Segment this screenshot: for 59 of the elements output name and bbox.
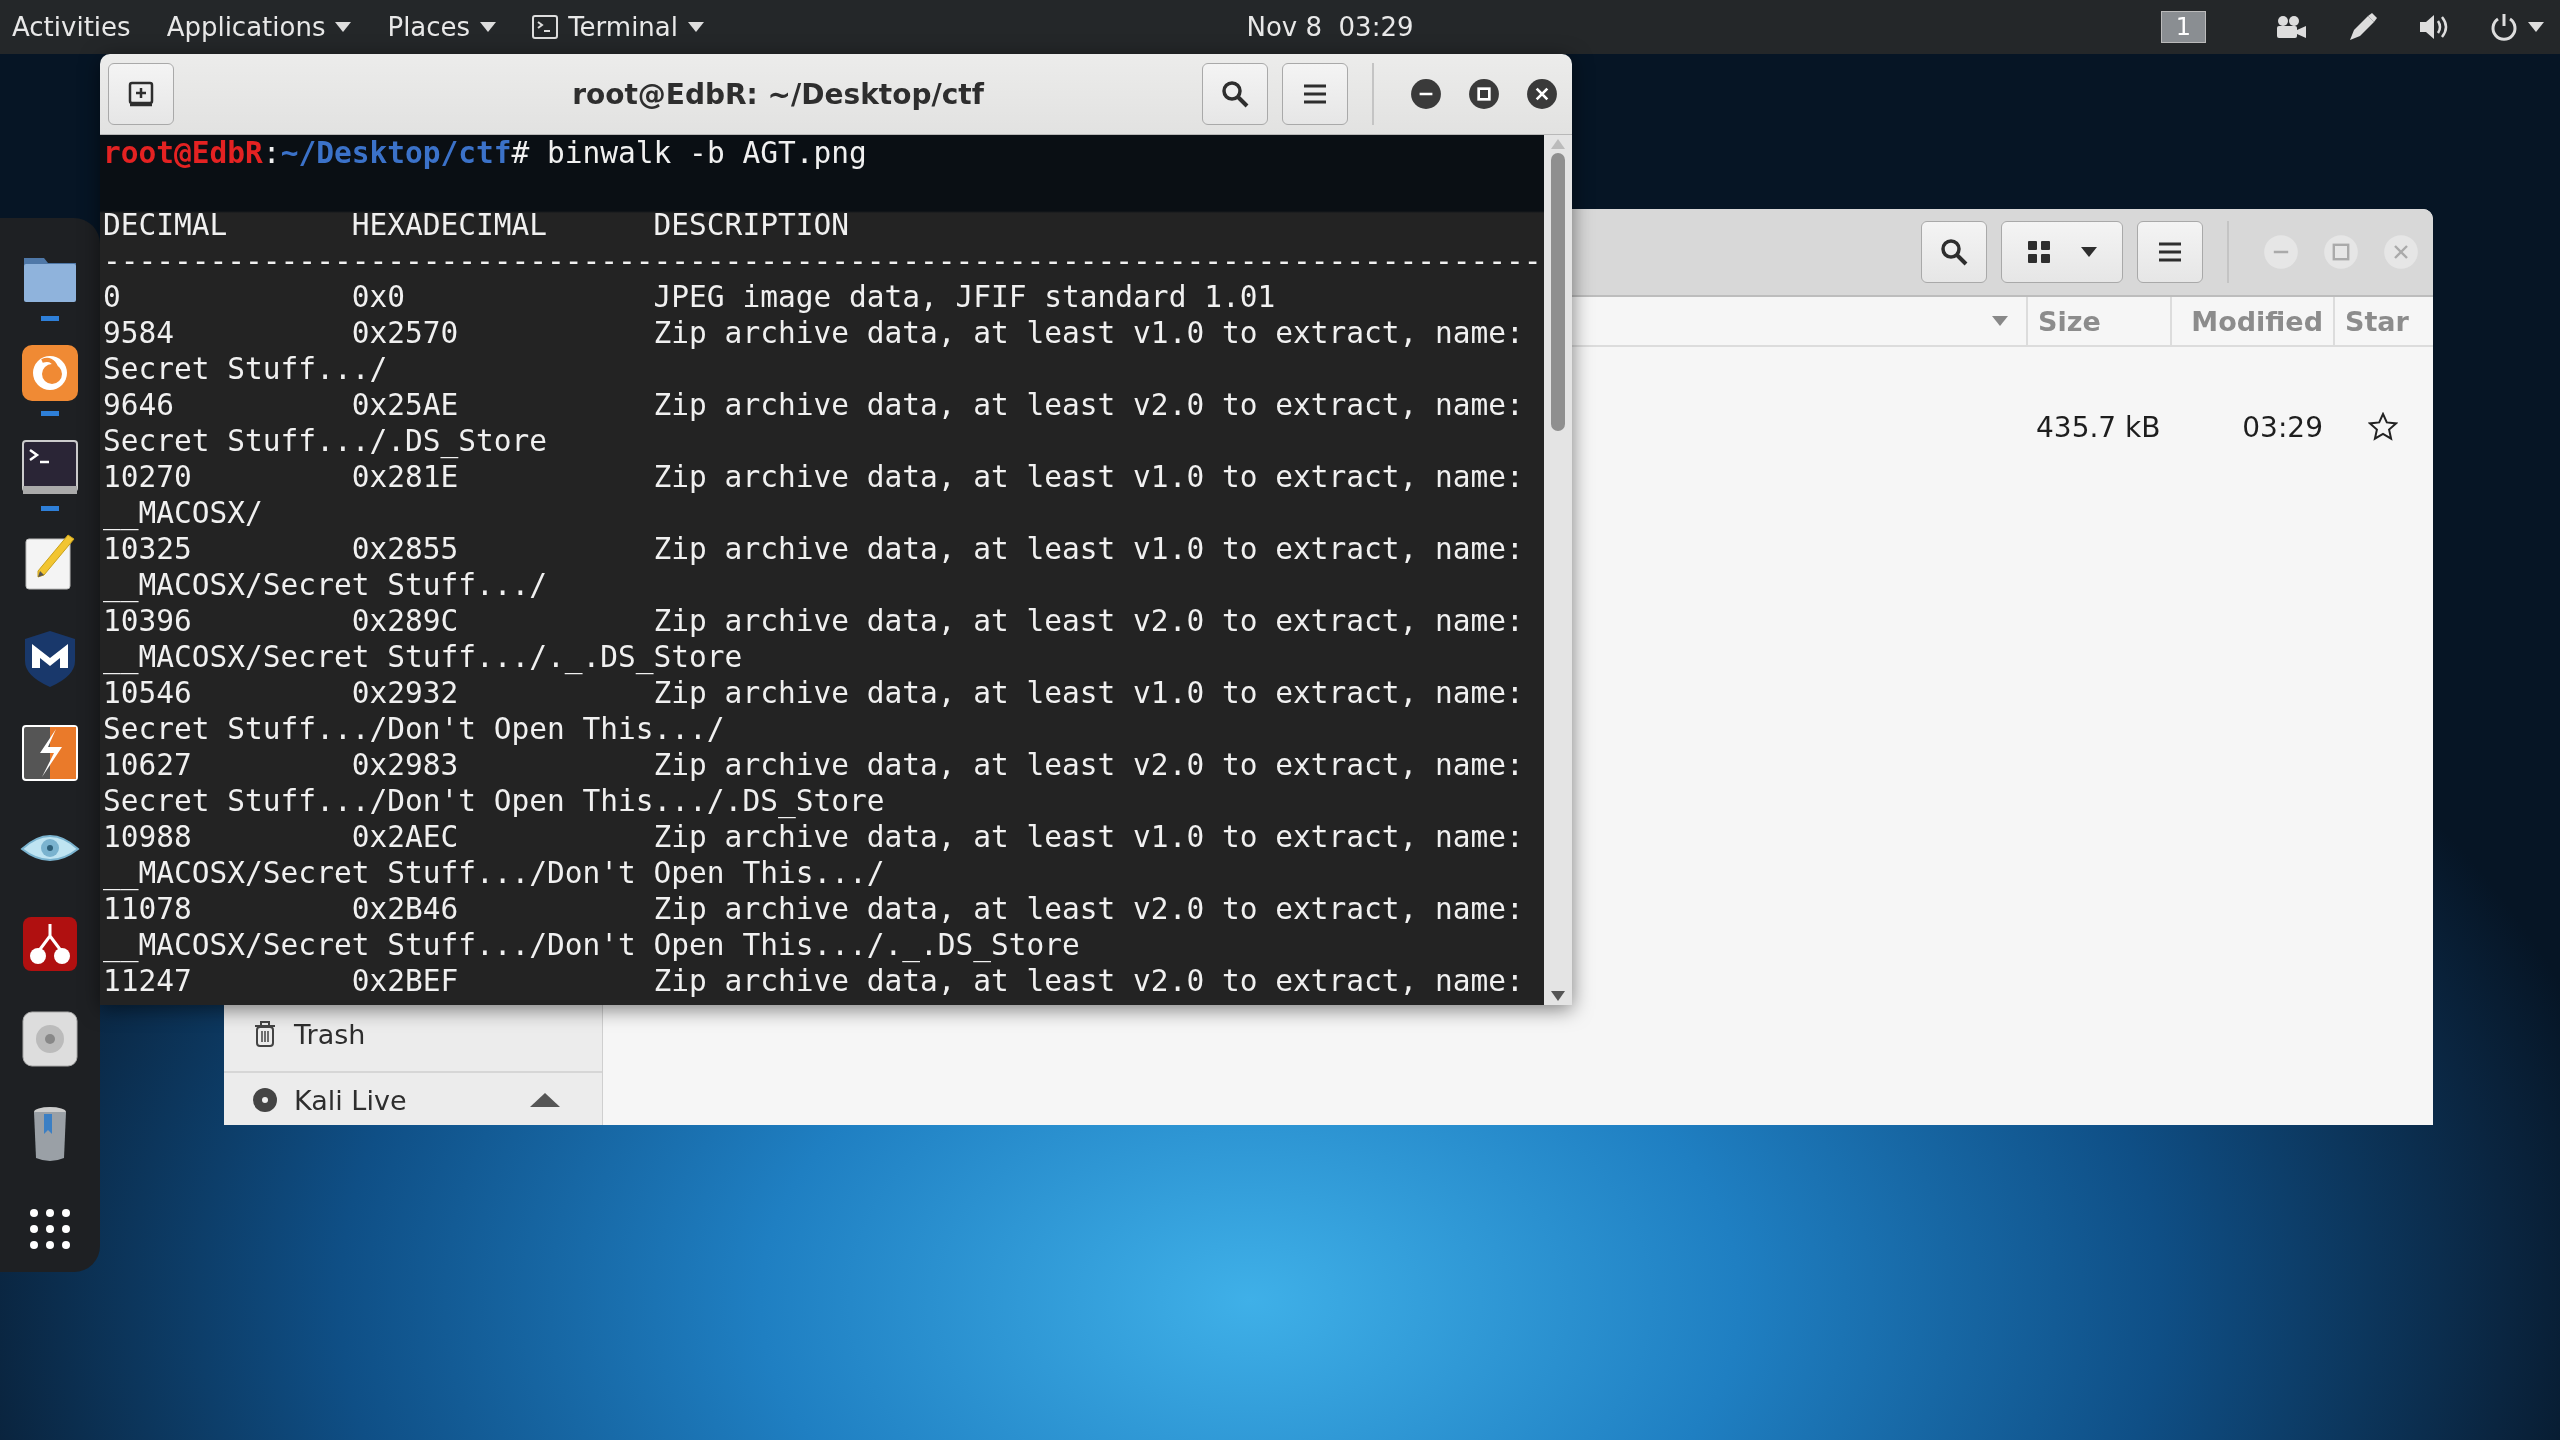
browser-icon[interactable]	[20, 343, 80, 404]
output-line: 10627 0x2983 Zip archive data, at least v2.0 to extract, name: Secret Stuff.../Don't Open This.../.DS_Store	[103, 747, 1525, 819]
activities-button[interactable]: Activities	[12, 12, 131, 42]
search-icon	[1939, 237, 1969, 267]
clock[interactable]: Nov 8 03:29	[1146, 12, 1414, 42]
close-button[interactable]	[1526, 78, 1558, 110]
lightning-icon[interactable]	[20, 723, 80, 784]
sidebar-item[interactable]: Kali Live	[224, 1075, 602, 1125]
menu-button[interactable]: Applications	[166, 12, 352, 42]
grid-icon	[2027, 240, 2051, 264]
output-line: 10988 0x2AEC Zip archive data, at least v1.0 to extract, name: __MACOSX/Secret Stuff.../Don't Open This.../	[103, 819, 1525, 891]
menu-icon	[1302, 82, 1328, 106]
search-button[interactable]	[1202, 63, 1268, 125]
scrollbar-thumb[interactable]	[1551, 153, 1565, 431]
app-menu[interactable]: Terminal	[532, 12, 704, 42]
scroll-down-icon[interactable]	[1551, 991, 1565, 1001]
search-button[interactable]	[1921, 221, 1987, 283]
star-icon[interactable]	[2368, 412, 2398, 442]
output-line: 11078 0x2B46 Zip archive data, at least v2.0 to extract, name: __MACOSX/Secret Stuff.../Don't Open This.../._.DS_Store	[103, 891, 1525, 963]
caret-icon	[2528, 22, 2544, 32]
output-line: 10546 0x2932 Zip archive data, at least v1.0 to extract, name: Secret Stuff.../Don't Open This.../	[103, 675, 1525, 747]
sidebar-item[interactable]: Trash	[224, 1009, 602, 1059]
caret-icon	[480, 22, 497, 32]
menu-button[interactable]: Places	[387, 12, 497, 42]
size-cell-text: 435.7 kB	[2035, 410, 2162, 444]
output-line: 10325 0x2855 Zip archive data, at least v1.0 to extract, name: __MACOSX/Secret Stuff.../	[103, 531, 1525, 603]
camera-icon[interactable]	[2274, 15, 2308, 39]
menu-icon	[2157, 240, 2183, 264]
scrollbar[interactable]	[1544, 135, 1572, 1005]
pen-icon[interactable]	[2348, 12, 2378, 42]
disc-icon	[252, 1087, 278, 1113]
output-line: 0 0x0 JPEG image data, JFIF standard 1.01	[103, 279, 1277, 315]
window-title: root@EdbR: ~/Desktop/ctf	[571, 77, 986, 111]
output-line: 9584 0x2570 Zip archive data, at least v1.0 to extract, name: Secret Stuff.../	[103, 315, 1525, 387]
view-button[interactable]	[2001, 221, 2123, 283]
maximize-button[interactable]	[1468, 78, 1500, 110]
output-line: 10396 0x289C Zip archive data, at least v2.0 to extract, name: __MACOSX/Secret Stuff.../._.DS_Store	[103, 603, 1525, 675]
power-icon[interactable]	[2490, 13, 2518, 41]
volume-icon[interactable]	[2418, 13, 2450, 41]
eject-icon[interactable]	[530, 1093, 560, 1107]
divider-line: ---------------------------------------------------------------------------------	[103, 243, 1543, 279]
menu-button[interactable]	[2137, 221, 2203, 283]
output-line: 9646 0x25AE Zip archive data, at least v2.0 to extract, name: Secret Stuff.../.DS_Store	[103, 387, 1525, 459]
caret-icon	[688, 22, 704, 32]
sort-caret-icon	[1992, 316, 2008, 326]
caret-icon	[335, 22, 352, 32]
new-tab-icon	[128, 81, 154, 107]
minimize-button[interactable]	[1410, 78, 1442, 110]
new-tab-button[interactable]	[108, 63, 174, 125]
command-line: root@EdbR:~/Desktop/ctf# binwalk -b AGT.png	[103, 135, 868, 171]
column-header-line: DECIMAL HEXADECIMAL DESCRIPTION	[103, 207, 850, 243]
search-icon	[1220, 79, 1250, 109]
trash-icon	[252, 1020, 278, 1048]
output-line: 11247 0x2BEF Zip archive data, at least v2.0 to extract, name:	[103, 963, 1525, 999]
output-line: 10270 0x281E Zip archive data, at least v1.0 to extract, name: __MACOSX/	[103, 459, 1525, 531]
caret-icon	[2081, 247, 2097, 257]
terminal-icon	[532, 15, 559, 39]
modified-cell-text: 03:29	[2241, 410, 2324, 444]
menu-button[interactable]	[1282, 63, 1348, 125]
